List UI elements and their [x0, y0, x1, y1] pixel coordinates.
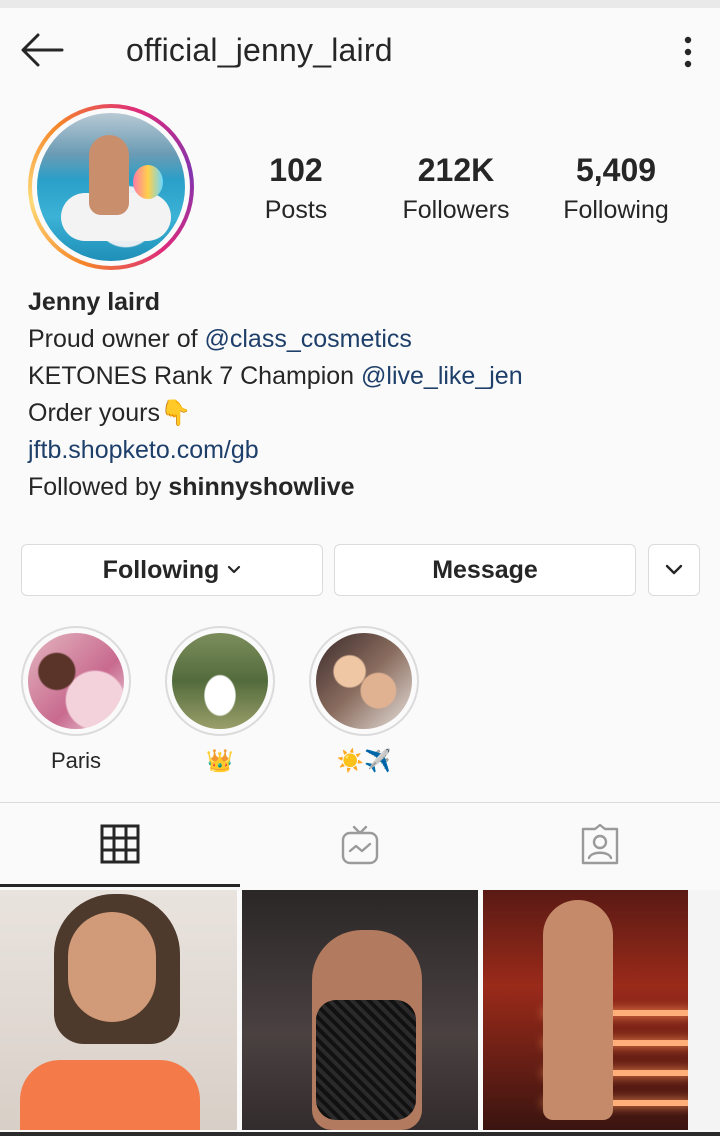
- posts-value: 102: [269, 152, 323, 188]
- highlight-label: 👑: [206, 748, 234, 773]
- chevron-down-icon: [665, 564, 683, 575]
- post-image-sports-top: [20, 1060, 200, 1130]
- suggested-accounts-button[interactable]: [648, 544, 700, 596]
- post-image-figure: [543, 900, 613, 1120]
- avatar-image: [37, 113, 185, 261]
- story-highlight[interactable]: Paris: [21, 626, 131, 776]
- post-image-face: [68, 912, 156, 1022]
- highlight-label: ☀️✈️: [336, 748, 392, 773]
- avatar-image-unicorn: [133, 165, 163, 199]
- profile-tabs: [0, 803, 720, 887]
- status-strip: [0, 0, 720, 8]
- following-button[interactable]: Following: [21, 544, 323, 596]
- profile-username: official_jenny_laird: [126, 32, 393, 68]
- tagged-icon: [581, 824, 619, 865]
- followed-by-user: shinnyshowlive: [168, 473, 355, 501]
- following-value: 5,409: [575, 152, 657, 188]
- bio-line-1-text: Proud owner of: [28, 325, 205, 353]
- followers-value: 212K: [417, 152, 495, 188]
- posts-grid: [0, 890, 720, 1136]
- post-thumbnail[interactable]: [0, 890, 237, 1130]
- point-down-emoji: 👇: [159, 399, 192, 427]
- igtv-icon: [341, 825, 379, 865]
- tab-posts-grid[interactable]: [0, 803, 240, 887]
- followed-by-text: Followed by: [28, 473, 169, 501]
- bio-line-2-text: KETONES Rank 7 Champion: [28, 362, 362, 390]
- highlight-cover: [28, 633, 124, 729]
- more-options-button[interactable]: [672, 32, 704, 72]
- back-button[interactable]: [18, 30, 66, 70]
- story-highlight[interactable]: ☀️✈️: [309, 626, 419, 776]
- bio-line-3: Order yours👇: [28, 395, 698, 432]
- profile-bio: Jenny laird Proud owner of @class_cosmet…: [28, 284, 698, 506]
- more-vertical-icon: [684, 36, 692, 68]
- story-highlight[interactable]: 👑: [165, 626, 275, 776]
- avatar-frame: [32, 108, 190, 266]
- highlight-ring: [21, 626, 131, 736]
- chevron-down-icon: [228, 565, 241, 574]
- following-count[interactable]: 5,409 Following: [552, 150, 680, 226]
- followed-by[interactable]: Followed by shinnyshowlive: [28, 469, 698, 506]
- mention-class-cosmetics[interactable]: @class_cosmetics: [205, 325, 412, 353]
- posts-count[interactable]: 102 Posts: [236, 150, 356, 226]
- bio-website-link[interactable]: jftb.shopketo.com/gb: [28, 436, 259, 464]
- arrow-left-icon: [21, 33, 64, 67]
- posts-label: Posts: [264, 196, 328, 224]
- tab-tagged[interactable]: [480, 803, 720, 887]
- post-image-lace: [316, 1000, 416, 1120]
- highlight-cover: [172, 633, 268, 729]
- highlight-cover: [316, 633, 412, 729]
- bio-line-2: KETONES Rank 7 Champion @live_like_jen: [28, 358, 698, 395]
- profile-display-name: Jenny laird: [28, 288, 160, 316]
- highlight-ring: [165, 626, 275, 736]
- mention-live-like-jen[interactable]: @live_like_jen: [361, 362, 523, 390]
- following-label: Following: [563, 196, 669, 224]
- post-thumbnail[interactable]: [483, 890, 720, 1130]
- grid-icon: [100, 824, 140, 863]
- message-button-label: Message: [432, 555, 538, 584]
- post-image-edge: [688, 890, 720, 1130]
- following-button-label: Following: [102, 555, 220, 584]
- tab-igtv[interactable]: [240, 803, 480, 887]
- highlight-ring: [309, 626, 419, 736]
- followers-count[interactable]: 212K Followers: [392, 150, 520, 226]
- next-row-strip: [0, 1132, 720, 1136]
- highlight-label: Paris: [50, 748, 102, 773]
- profile-header: official_jenny_laird: [0, 8, 720, 94]
- bio-line-1: Proud owner of @class_cosmetics: [28, 321, 698, 358]
- followers-label: Followers: [402, 196, 510, 224]
- profile-avatar[interactable]: [28, 104, 194, 270]
- message-button[interactable]: Message: [334, 544, 636, 596]
- avatar-image-person: [89, 135, 129, 215]
- post-thumbnail[interactable]: [242, 890, 478, 1130]
- bio-line-3-text: Order yours: [28, 399, 160, 427]
